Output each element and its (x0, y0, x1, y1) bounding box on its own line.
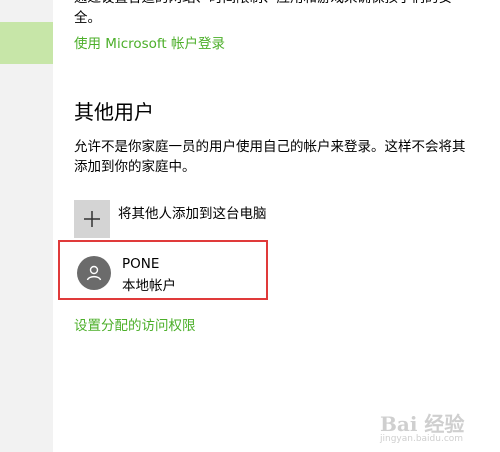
add-other-user-button[interactable]: 将其他人添加到这台电脑 (74, 200, 374, 238)
person-icon (77, 256, 111, 290)
watermark: Bai 经验 jingyan.baidu.com (380, 408, 492, 448)
microsoft-login-link[interactable]: 使用 Microsoft 帐户登录 (74, 32, 225, 52)
sidebar (0, 0, 53, 452)
family-description: 通过设置合适的网站、时间限制、应用和游戏来确保孩子们的安全。 (74, 0, 452, 26)
user-account-item[interactable]: PONE 本地帐户 (58, 240, 268, 300)
other-users-title: 其他用户 (74, 100, 154, 124)
other-users-description: 允许不是你家庭一员的用户使用自己的帐户来登录。这样不会将其添加到你的家庭中。 (74, 139, 466, 175)
watermark-brand: Bai 经验 (380, 412, 465, 436)
user-name: PONE (122, 256, 160, 272)
add-other-user-label: 将其他人添加到这台电脑 (118, 206, 267, 222)
sidebar-item-family-other-users[interactable] (0, 22, 53, 64)
plus-icon (74, 200, 110, 238)
user-account-type: 本地帐户 (122, 278, 176, 294)
watermark-url: jingyan.baidu.com (380, 434, 464, 444)
assigned-access-link[interactable]: 设置分配的访问权限 (74, 314, 196, 334)
